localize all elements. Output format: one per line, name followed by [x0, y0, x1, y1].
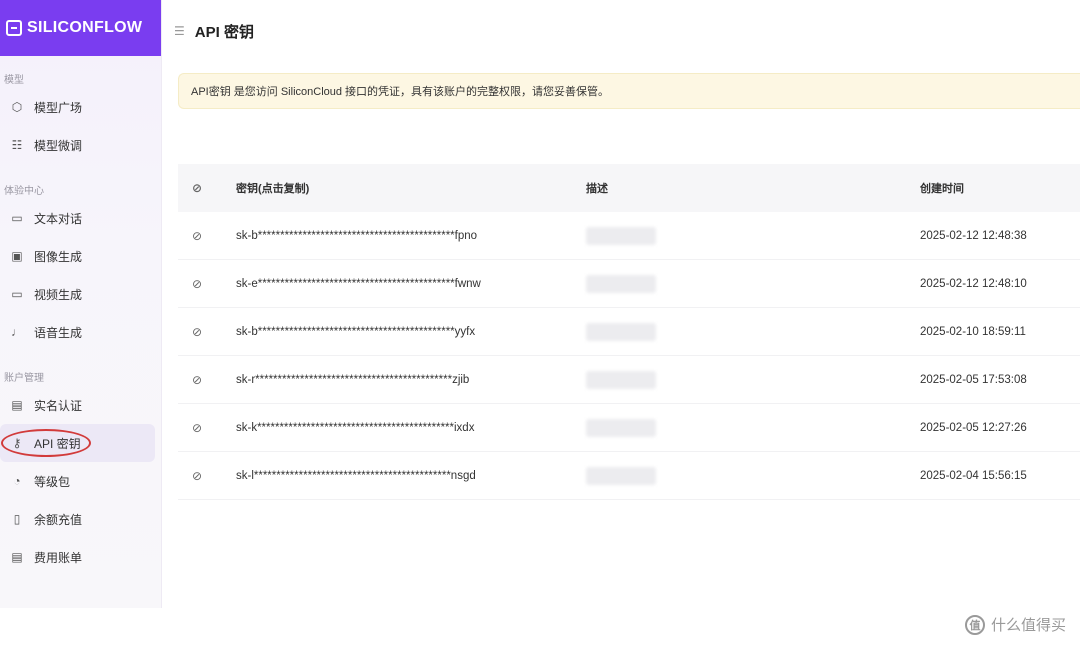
description-cell [586, 322, 920, 341]
eye-off-icon[interactable]: ⊘ [178, 277, 236, 291]
col-key: 密钥(点击复制) [236, 183, 310, 195]
logo[interactable]: SILICONFLOW [0, 0, 161, 56]
sidebar: SILICONFLOW 模型 ⬡ 模型广场 ☷ 模型微调 体验中心 ▭ 文本对话… [0, 0, 162, 608]
bill-icon: ▤ [11, 550, 23, 564]
blurred-description [586, 322, 656, 341]
eye-off-icon[interactable]: ⊘ [178, 325, 236, 339]
created-time: 2025-02-04 15:56:15 [920, 469, 1027, 482]
eye-off-icon[interactable]: ⊘ [178, 229, 236, 243]
notice-text: API密钥 是您访问 SiliconCloud 接口的凭证，具有该账户的完整权限… [191, 86, 610, 98]
watermark: 值 什么值得买 [964, 614, 1066, 635]
table-row: ⊘ sk-e**********************************… [178, 260, 1080, 308]
sidebar-item-label: 余额充值 [34, 512, 83, 527]
table-row: ⊘ sk-k**********************************… [178, 404, 1080, 452]
section-title-experience: 体验中心 [4, 185, 44, 197]
sidebar-item-label: 等级包 [34, 474, 71, 489]
created-time: 2025-02-10 18:59:11 [920, 325, 1026, 338]
api-key-value[interactable]: sk-b************************************… [236, 326, 586, 338]
eye-off-icon[interactable]: ⊘ [178, 469, 236, 483]
sidebar-item-model-finetune[interactable]: ☷ 模型微调 [0, 126, 161, 164]
logo-text: SILICONFLOW [27, 19, 143, 36]
created-time: 2025-02-05 12:27:26 [920, 421, 1027, 434]
col-desc: 描述 [586, 183, 608, 195]
sidebar-item-label: 视频生成 [34, 287, 83, 302]
id-card-icon: ▤ [11, 398, 23, 412]
notice-banner: API密钥 是您访问 SiliconCloud 接口的凭证，具有该账户的完整权限… [178, 73, 1080, 109]
description-cell [586, 226, 920, 245]
description-cell [586, 418, 920, 437]
sidebar-item-label: 实名认证 [34, 398, 83, 413]
blurred-description [586, 226, 656, 245]
sidebar-item-recharge[interactable]: ▯ 余额充值 [0, 500, 161, 538]
blurred-description [586, 418, 656, 437]
sidebar-item-label: 费用账单 [34, 550, 83, 565]
table-row: ⊘ sk-b**********************************… [178, 308, 1080, 356]
sidebar-item-image-gen[interactable]: ▣ 图像生成 [0, 237, 161, 275]
wallet-icon: ▯ [13, 512, 21, 526]
sidebar-item-realname[interactable]: ▤ 实名认证 [0, 386, 161, 424]
table-row: ⊘ sk-r**********************************… [178, 356, 1080, 404]
blurred-description [586, 370, 656, 389]
table-row: ⊘ sk-b**********************************… [178, 212, 1080, 260]
mic-icon: ♩ [11, 325, 23, 339]
sidebar-item-api-keys[interactable]: ⚷ API 密钥 [0, 424, 155, 462]
sidebar-item-label: 模型广场 [34, 100, 83, 115]
page-header: ☰ API 密钥 [162, 0, 1080, 62]
created-time: 2025-02-12 12:48:38 [920, 229, 1027, 242]
table-header: ⊘ 密钥(点击复制) 描述 创建时间 [178, 164, 1080, 212]
description-cell [586, 274, 920, 293]
created-time: 2025-02-12 12:48:10 [920, 277, 1027, 290]
siliconflow-logo-icon [6, 20, 22, 36]
sidebar-item-label: 文本对话 [34, 211, 83, 226]
api-key-value[interactable]: sk-b************************************… [236, 230, 586, 242]
sidebar-item-voice-gen[interactable]: ♩ 语音生成 [0, 313, 161, 351]
table-row: ⊘ sk-l**********************************… [178, 452, 1080, 500]
sidebar-item-text-chat[interactable]: ▭ 文本对话 [0, 199, 161, 237]
description-cell [586, 466, 920, 485]
eye-off-icon[interactable]: ⊘ [178, 181, 236, 195]
highlight-circle [1, 429, 91, 457]
sidebar-item-model-square[interactable]: ⬡ 模型广场 [0, 88, 161, 126]
eye-off-icon[interactable]: ⊘ [178, 373, 236, 387]
api-key-value[interactable]: sk-e************************************… [236, 278, 586, 290]
video-icon: ▭ [11, 287, 23, 301]
page-title: API 密钥 [194, 23, 254, 41]
watermark-text: 什么值得买 [990, 617, 1066, 634]
api-key-table: ⊘ 密钥(点击复制) 描述 创建时间 ⊘ sk-b***************… [178, 164, 1080, 500]
eye-off-icon[interactable]: ⊘ [178, 421, 236, 435]
description-cell [586, 370, 920, 389]
created-time: 2025-02-05 17:53:08 [920, 373, 1027, 386]
image-icon: ▣ [11, 249, 23, 263]
api-key-value[interactable]: sk-l************************************… [236, 470, 586, 482]
cube-icon: ⬡ [11, 100, 23, 114]
section-title-models: 模型 [4, 74, 24, 86]
watermark-badge-icon: 值 [964, 614, 985, 635]
sliders-icon: ☷ [11, 138, 23, 152]
col-time: 创建时间 [920, 183, 964, 195]
sidebar-item-billing[interactable]: ▤ 费用账单 [0, 538, 161, 576]
gauge-icon: ◔ [13, 474, 21, 488]
chat-icon: ▭ [11, 211, 23, 225]
sidebar-item-label: 图像生成 [34, 249, 83, 264]
blurred-description [586, 274, 656, 293]
blurred-description [586, 466, 656, 485]
section-title-account: 账户管理 [4, 372, 44, 384]
sidebar-item-label: 模型微调 [34, 138, 83, 153]
menu-collapse-icon[interactable]: ☰ [174, 24, 185, 38]
sidebar-item-level-pack[interactable]: ◔ 等级包 [0, 462, 161, 500]
sidebar-item-label: 语音生成 [34, 325, 83, 340]
api-key-value[interactable]: sk-k************************************… [236, 422, 586, 434]
sidebar-item-video-gen[interactable]: ▭ 视频生成 [0, 275, 161, 313]
api-key-value[interactable]: sk-r************************************… [236, 374, 586, 386]
